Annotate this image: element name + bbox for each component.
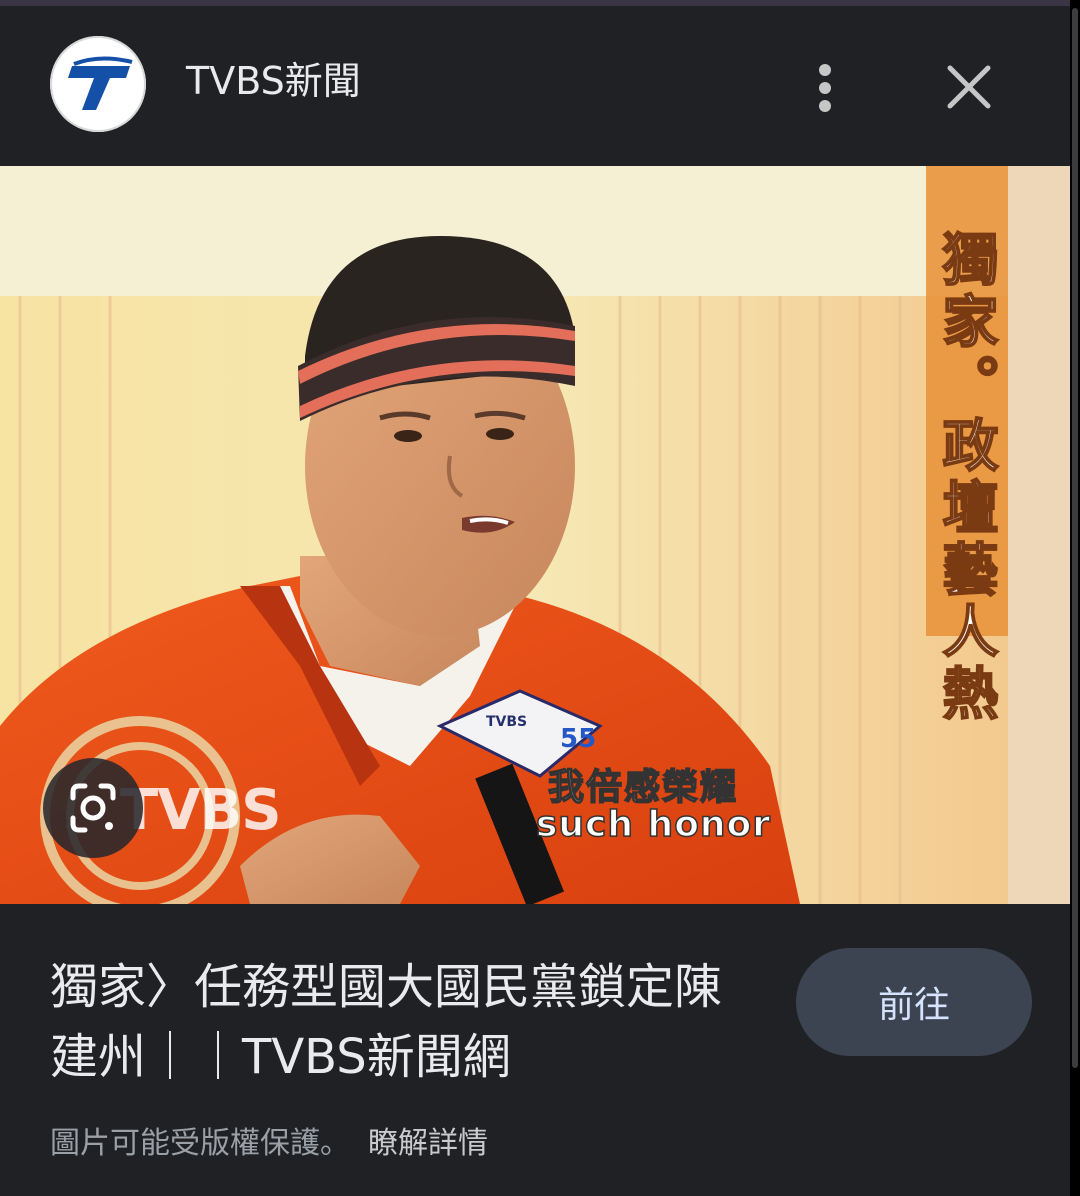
result-title[interactable]: 獨家〉任務型國大國民黨鎖定陳建州｜｜TVBS新聞網	[50, 952, 750, 1092]
scrollbar-thumb[interactable]	[1072, 8, 1078, 1068]
learn-more-link[interactable]: 瞭解詳情	[368, 1126, 488, 1161]
more-options-button[interactable]	[795, 56, 855, 120]
tvbs-logo-icon	[68, 56, 133, 110]
close-button[interactable]	[936, 54, 1002, 120]
google-lens-icon	[70, 783, 116, 833]
preview-header: TVBS新聞	[0, 6, 1070, 166]
subtitle-chinese: 我倍感榮耀	[547, 766, 739, 809]
copyright-note: 圖片可能受版權保護。 瞭解詳情	[50, 1118, 488, 1162]
more-vert-dot	[819, 100, 831, 112]
lens-search-button[interactable]	[43, 758, 143, 858]
source-name[interactable]: TVBS新聞	[186, 56, 361, 106]
close-icon	[947, 65, 991, 109]
mic-flag-brand: TVBS	[486, 714, 528, 730]
channel-watermark: TVBS	[120, 778, 282, 843]
more-vert-icon	[819, 64, 831, 76]
source-logo	[50, 36, 146, 132]
subtitle-english: such honor	[535, 803, 772, 846]
copyright-text: 圖片可能受版權保護。	[50, 1126, 350, 1161]
scrollbar-track	[1070, 0, 1080, 1196]
vertical-caption: 獨家。政壇藝人熱	[932, 229, 1000, 727]
mic-flag-number: 55	[560, 724, 597, 754]
visit-button[interactable]: 前往	[796, 948, 1032, 1056]
image-preview-sheet: TVBS新聞 獨家。政壇藝人熱 TVBS 55 TVBS 我倍感榮耀 such …	[0, 0, 1070, 1196]
preview-image[interactable]: 獨家。政壇藝人熱 TVBS 55 TVBS 我倍感榮耀 such honor	[0, 166, 1070, 904]
more-vert-dot	[819, 82, 831, 94]
